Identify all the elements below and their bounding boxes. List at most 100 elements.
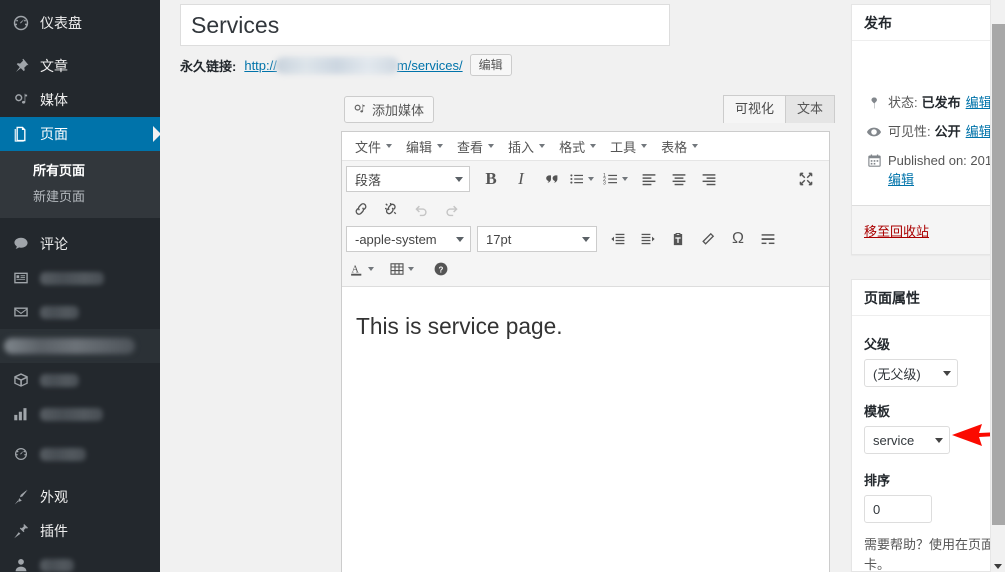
tab-visual[interactable]: 可视化 bbox=[723, 95, 787, 123]
indent-icon[interactable] bbox=[633, 225, 663, 253]
sidebar-item-redacted-5[interactable] bbox=[0, 397, 160, 431]
edit-permalink-button[interactable]: 编辑 bbox=[469, 54, 512, 76]
sidebar-item-redacted-1[interactable] bbox=[0, 261, 160, 295]
attributes-help-text: 需要帮助？使用在页面标题上方的帮助选项卡。 bbox=[864, 537, 1005, 572]
clear-formatting-icon[interactable] bbox=[693, 225, 723, 253]
table-icon[interactable] bbox=[386, 255, 408, 283]
bullet-list-icon[interactable] bbox=[566, 165, 588, 193]
comments-icon bbox=[11, 234, 31, 254]
status-edit-link[interactable]: 编辑 bbox=[966, 95, 992, 110]
chevron-down-icon[interactable] bbox=[588, 177, 594, 181]
editor-toolbar: 段落 B I 1 2 3 -apple-system 17pt Ω A ? bbox=[342, 161, 829, 287]
chevron-down-icon[interactable] bbox=[408, 267, 414, 271]
sidebar-item-comments[interactable]: 评论 bbox=[0, 227, 160, 261]
chevron-down-icon[interactable] bbox=[368, 267, 374, 271]
editor-paragraph[interactable]: This is service page. bbox=[356, 311, 811, 343]
scrollbar-thumb[interactable] bbox=[992, 24, 1005, 525]
sidebar-item-new-page[interactable]: 新建页面 bbox=[0, 184, 160, 210]
permalink-url-prefix[interactable]: http:// bbox=[244, 58, 277, 73]
publish-panel: 发布 预览更改 状态:已发布编辑 bbox=[851, 4, 1005, 255]
blockquote-icon[interactable] bbox=[536, 165, 566, 193]
menu-edit-label: 编辑 bbox=[406, 139, 433, 155]
publish-panel-body: 预览更改 状态:已发布编辑 可见性:公开编辑 bbox=[852, 41, 1005, 196]
horizontal-line-icon[interactable] bbox=[753, 225, 783, 253]
sidebar-item-plugins[interactable]: 插件 bbox=[0, 514, 160, 548]
bullet-list-group[interactable] bbox=[566, 165, 600, 193]
page-title-field[interactable]: Services bbox=[180, 4, 670, 46]
submenu-label: 所有页面 bbox=[33, 163, 86, 178]
editor-content-area[interactable]: This is service page. www.cnblogs.com/yt… bbox=[342, 287, 829, 572]
redo-icon[interactable] bbox=[436, 195, 466, 223]
permalink-url-suffix[interactable]: m/services/ bbox=[397, 58, 463, 73]
paragraph-format-value: 段落 bbox=[355, 172, 382, 188]
sidebar-item-label: 评论 bbox=[40, 236, 68, 252]
published-edit-link[interactable]: 编辑 bbox=[888, 172, 914, 187]
bold-icon[interactable]: B bbox=[476, 165, 506, 193]
omega-glyph: Ω bbox=[732, 230, 744, 247]
scroll-down-arrow-icon[interactable] bbox=[994, 564, 1002, 569]
sidebar-item-label-redacted bbox=[40, 271, 104, 285]
chevron-down-icon[interactable] bbox=[622, 177, 628, 181]
paste-as-text-icon[interactable] bbox=[663, 225, 693, 253]
menu-format[interactable]: 格式 bbox=[552, 134, 603, 158]
toolbar-row-3: -apple-system 17pt Ω bbox=[346, 224, 825, 254]
sidebar-item-pages[interactable]: 页面 bbox=[0, 117, 160, 151]
add-media-button[interactable]: 添加媒体 bbox=[344, 96, 435, 123]
page-scrollbar[interactable] bbox=[990, 0, 1005, 572]
table-group[interactable] bbox=[386, 255, 420, 283]
sidebar-item-partial[interactable] bbox=[0, 548, 160, 572]
sidebar-item-dashboard[interactable]: 仪表盘 bbox=[0, 6, 160, 40]
special-character-icon[interactable]: Ω bbox=[723, 225, 753, 253]
permalink-label: 永久链接: bbox=[180, 58, 237, 74]
visibility-edit-link[interactable]: 编辑 bbox=[966, 124, 992, 139]
menu-table[interactable]: 表格 bbox=[654, 134, 705, 158]
move-to-trash-link[interactable]: 移至回收站 bbox=[864, 221, 929, 240]
parent-select[interactable]: (无父级) bbox=[864, 359, 958, 387]
font-family-select[interactable]: -apple-system bbox=[346, 226, 471, 252]
menu-insert-label: 插入 bbox=[508, 139, 535, 155]
menu-file[interactable]: 文件 bbox=[348, 134, 399, 158]
sidebar-item-all-pages[interactable]: 所有页面 bbox=[0, 158, 160, 184]
align-left-icon[interactable] bbox=[634, 165, 664, 193]
sidebar-item-redacted-6[interactable] bbox=[0, 437, 160, 471]
keyboard-shortcuts-icon[interactable]: ? bbox=[426, 255, 456, 283]
outdent-icon[interactable] bbox=[603, 225, 633, 253]
unlink-icon[interactable] bbox=[376, 195, 406, 223]
paragraph-format-select[interactable]: 段落 bbox=[346, 166, 470, 192]
pin-icon bbox=[864, 93, 884, 112]
menu-insert[interactable]: 插入 bbox=[501, 134, 552, 158]
order-input[interactable] bbox=[864, 495, 932, 523]
align-center-icon[interactable] bbox=[664, 165, 694, 193]
appearance-icon bbox=[11, 487, 31, 507]
status-row: 状态: 已发布 编辑 bbox=[864, 90, 1005, 119]
attributes-panel-body: 父级 (无父级) 模板 service 排序 需要帮助？使用在页面标题上方的帮助… bbox=[852, 316, 1005, 572]
menu-view[interactable]: 查看 bbox=[450, 134, 501, 158]
template-value: service bbox=[873, 432, 915, 448]
text-color-group[interactable]: A bbox=[346, 255, 380, 283]
sidebar-item-appearance[interactable]: 外观 bbox=[0, 480, 160, 514]
numbered-list-icon[interactable]: 123 bbox=[600, 165, 622, 193]
text-color-icon[interactable]: A bbox=[346, 255, 368, 283]
numbered-list-group[interactable]: 123 bbox=[600, 165, 634, 193]
sidebar-item-media[interactable]: 媒体 bbox=[0, 83, 160, 117]
font-size-value: 17pt bbox=[486, 231, 512, 247]
calendar-icon bbox=[864, 151, 884, 170]
menu-edit[interactable]: 编辑 bbox=[399, 134, 450, 158]
sidebar-item-label: 页面 bbox=[40, 126, 68, 142]
dashboard-icon bbox=[11, 13, 31, 33]
link-icon[interactable] bbox=[346, 195, 376, 223]
sidebar-item-redacted-4[interactable] bbox=[0, 363, 160, 397]
fullscreen-icon[interactable] bbox=[791, 165, 821, 193]
sidebar-item-redacted-3[interactable] bbox=[0, 329, 160, 363]
tab-text[interactable]: 文本 bbox=[785, 95, 836, 123]
font-size-select[interactable]: 17pt bbox=[477, 226, 597, 252]
template-select[interactable]: service bbox=[864, 426, 950, 454]
media-icon bbox=[352, 102, 367, 117]
sidebar-item-posts[interactable]: 文章 bbox=[0, 49, 160, 83]
sidebar-item-label: 媒体 bbox=[40, 92, 68, 108]
align-right-icon[interactable] bbox=[694, 165, 724, 193]
undo-icon[interactable] bbox=[406, 195, 436, 223]
italic-icon[interactable]: I bbox=[506, 165, 536, 193]
menu-tools[interactable]: 工具 bbox=[603, 134, 654, 158]
sidebar-item-redacted-2[interactable] bbox=[0, 295, 160, 329]
